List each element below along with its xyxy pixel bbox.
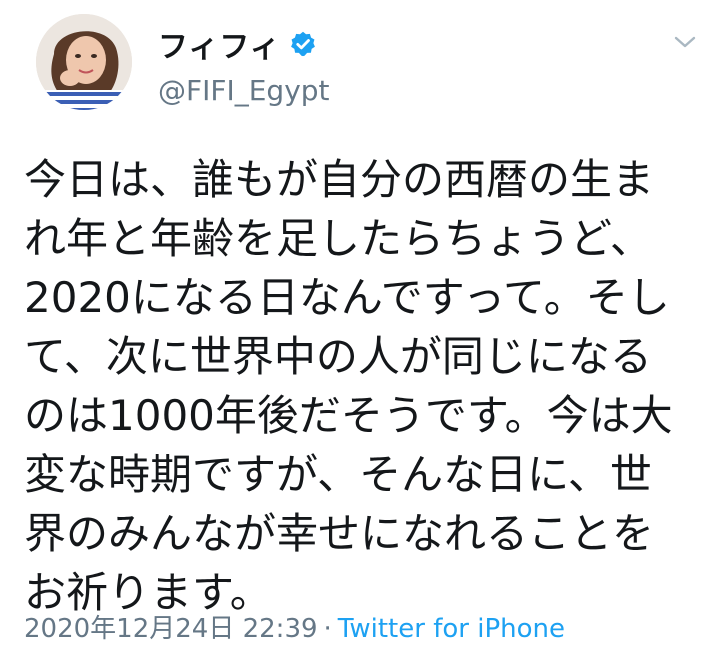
source-link[interactable]: Twitter for iPhone [338,614,565,644]
user-handle[interactable]: @FIFI_Egypt [158,74,330,107]
tweet-text-line: 2020になる日なんですって。そし [24,273,670,322]
tweet-text-line: 変な時期ですが、そんな日に、世 [24,450,652,499]
tweet-text: 今日は、誰もが自分の西暦の生ま れ年と年齢を足したらちょうど、 2020になる日… [24,150,704,622]
display-name[interactable]: フィフィ [158,22,281,66]
name-row: フィフィ [158,22,317,66]
meta-separator: · [323,614,332,644]
tweet-meta: 2020年12月24日 22:39 · Twitter for iPhone [24,608,565,645]
tweet-text-line: 今日は、誰もが自分の西暦の生ま [24,155,655,204]
timestamp[interactable]: 2020年12月24日 22:39 [24,614,318,644]
chevron-down-icon[interactable] [672,32,698,52]
tweet-card: フィフィ @FIFI_Egypt 今日は、誰もが自分の西暦の生ま れ年と年齢を足… [0,0,720,653]
avatar[interactable] [36,14,132,110]
tweet-text-line: のは1000年後だそうです。今は大 [24,391,673,440]
tweet-text-line: れ年と年齢を足したらちょうど、 [24,214,652,263]
tweet-text-line: て、次に世界中の人が同じになる [24,332,652,381]
tweet-text-line: 界のみんなが幸せになれることを [24,509,655,558]
verified-badge-icon [289,30,317,58]
